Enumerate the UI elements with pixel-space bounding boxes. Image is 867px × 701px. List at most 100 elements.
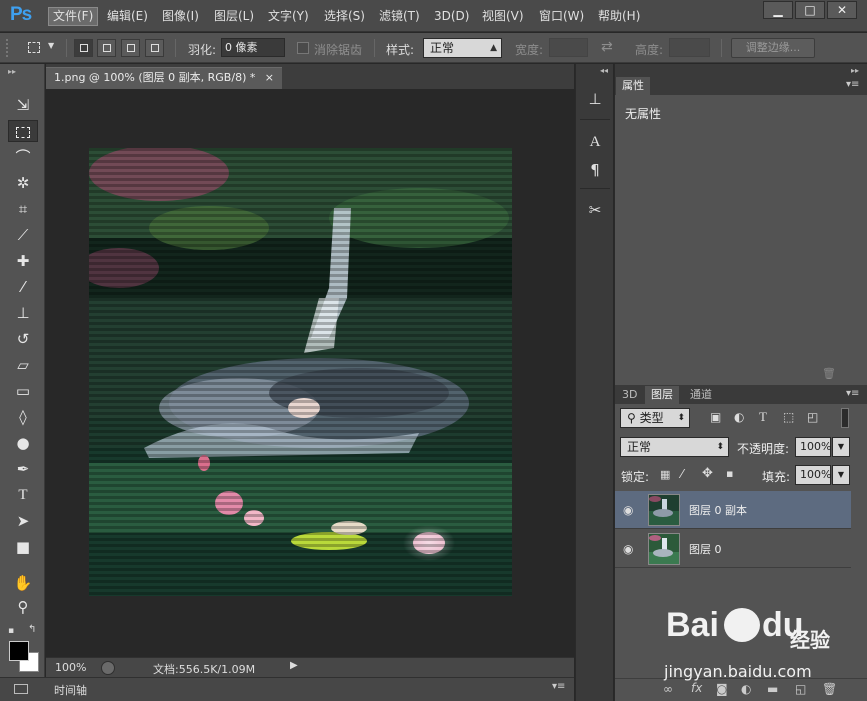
style-select[interactable]: 正常 ▲	[423, 38, 502, 58]
hand-tool-icon[interactable]: ✋	[8, 572, 38, 594]
type-tool-icon[interactable]: T	[8, 484, 38, 506]
delete-layer-icon[interactable]: 🗑	[822, 682, 837, 696]
filter-smart-object-icon[interactable]: ◰	[807, 410, 818, 424]
path-select-tool-icon[interactable]: ➤	[8, 510, 38, 532]
canvas-image[interactable]	[89, 148, 512, 596]
tab-close-icon[interactable]: ×	[265, 68, 274, 88]
filter-pixel-icon[interactable]: ▣	[710, 410, 721, 424]
menu-3d[interactable]: 3D(D)	[430, 7, 473, 26]
history-brush-tool-icon[interactable]: ↺	[8, 328, 38, 350]
lock-pixels-icon[interactable]: ⁄	[681, 467, 683, 481]
menu-file[interactable]: 文件(F)	[48, 7, 99, 26]
menu-window[interactable]: 窗口(W)	[535, 7, 588, 26]
crop-tool-icon[interactable]: ⌗	[8, 198, 38, 220]
trash-icon[interactable]: 🗑	[822, 367, 836, 380]
default-colors-icon[interactable]: ▪	[8, 626, 14, 636]
layer-row[interactable]: ◉ 图层 0 副本	[615, 491, 851, 529]
menu-filter[interactable]: 滤镜(T)	[375, 7, 424, 26]
layer-filter-select[interactable]: ⚲ 类型 ⬍	[620, 408, 690, 428]
zoom-level[interactable]: 100%	[55, 661, 86, 674]
tab-3d[interactable]: 3D	[616, 386, 643, 404]
filter-type-icon[interactable]: T	[759, 409, 767, 425]
visibility-eye-icon[interactable]: ◉	[623, 542, 633, 556]
intersect-selection-button[interactable]	[145, 39, 164, 57]
tab-properties[interactable]: 属性	[616, 77, 650, 95]
subtract-selection-button[interactable]	[121, 39, 140, 57]
rectangle-tool-icon[interactable]: ■	[8, 536, 38, 558]
stamp-tool-icon[interactable]: ⊥	[8, 302, 38, 324]
tab-channels[interactable]: 通道	[684, 386, 718, 404]
add-selection-button[interactable]	[97, 39, 116, 57]
collapse-arrows-icon[interactable]: ▸▸	[851, 66, 859, 75]
filter-adjustment-icon[interactable]: ◐	[734, 410, 744, 424]
width-input[interactable]	[549, 38, 588, 57]
adjustment-layer-icon[interactable]: ◐	[741, 682, 751, 696]
feather-input[interactable]: 0 像素	[221, 38, 285, 57]
document-tab[interactable]: 1.png @ 100% (图层 0 副本, RGB/8) * ×	[46, 67, 282, 89]
foreground-color-swatch[interactable]	[9, 641, 29, 661]
new-selection-button[interactable]	[74, 39, 93, 57]
swap-colors-icon[interactable]: ↰	[28, 624, 36, 635]
filter-shape-icon[interactable]: ⬚	[783, 410, 794, 424]
new-layer-icon[interactable]: ◱	[795, 682, 806, 696]
visibility-eye-icon[interactable]: ◉	[623, 503, 633, 517]
eyedropper-tool-icon[interactable]: ⟋	[8, 224, 38, 246]
eraser-tool-icon[interactable]: ▱	[8, 354, 38, 376]
fill-input[interactable]: 100%	[795, 465, 831, 485]
layer-row[interactable]: ◉ 图层 0	[615, 530, 851, 568]
pen-tool-icon[interactable]: ✒	[8, 458, 38, 480]
tool-preset-picker[interactable]: ▼	[24, 39, 60, 57]
panel-menu-icon[interactable]: ▾≡	[846, 388, 859, 399]
lasso-tool-icon[interactable]: ⌒	[8, 146, 38, 168]
menu-help[interactable]: 帮助(H)	[594, 7, 644, 26]
blur-tool-icon[interactable]: ◊	[8, 406, 38, 428]
new-group-icon[interactable]: ▬	[767, 682, 778, 696]
zoom-tool-icon[interactable]: ⚲	[8, 596, 38, 618]
menu-type[interactable]: 文字(Y)	[264, 7, 313, 26]
timeline-icon[interactable]	[14, 684, 28, 694]
status-menu-icon[interactable]	[101, 661, 115, 675]
lock-position-icon[interactable]: ✥	[702, 466, 713, 481]
menu-layer[interactable]: 图层(L)	[210, 7, 258, 26]
panel-menu-icon[interactable]: ▾≡	[846, 79, 859, 90]
minimize-button[interactable]: ▁	[763, 1, 793, 19]
rect-marquee-tool-icon[interactable]	[8, 120, 38, 142]
play-arrow-icon[interactable]: ▶	[290, 660, 298, 671]
collapse-arrows-icon[interactable]: ◂◂	[600, 66, 608, 75]
panel-menu-icon[interactable]: ▾≡	[552, 681, 565, 692]
layer-mask-icon[interactable]: ◙	[716, 682, 728, 696]
lock-transparent-icon[interactable]: ▦	[660, 468, 670, 481]
brush-tool-icon[interactable]: ⁄	[8, 276, 38, 298]
brush-settings-icon[interactable]: ✂	[583, 199, 607, 221]
menu-select[interactable]: 选择(S)	[320, 7, 369, 26]
antialias-checkbox[interactable]	[297, 42, 309, 54]
paragraph-panel-icon[interactable]: ¶	[583, 159, 607, 181]
opacity-dropdown[interactable]: ▼	[832, 437, 850, 457]
opacity-input[interactable]: 100%	[795, 437, 831, 457]
collapse-arrows-icon[interactable]: ▸▸	[8, 67, 16, 76]
menu-edit[interactable]: 编辑(E)	[103, 7, 152, 26]
menu-image[interactable]: 图像(I)	[158, 7, 203, 26]
magic-wand-tool-icon[interactable]: ✲	[8, 172, 38, 194]
height-input[interactable]	[669, 38, 710, 57]
swap-icon[interactable]: ⇄	[601, 39, 613, 55]
filter-toggle-switch[interactable]	[841, 408, 849, 428]
healing-brush-tool-icon[interactable]: ✚	[8, 250, 38, 272]
layer-name[interactable]: 图层 0	[689, 541, 722, 557]
close-button[interactable]: ✕	[827, 1, 857, 19]
tool-presets-icon[interactable]: ⊥	[583, 88, 607, 110]
blend-mode-select[interactable]: 正常 ⬍	[620, 437, 729, 457]
character-panel-icon[interactable]: A	[583, 131, 607, 153]
refine-edge-button[interactable]: 调整边缘...	[731, 38, 815, 58]
dodge-tool-icon[interactable]: ●	[8, 432, 38, 454]
fx-icon[interactable]: fx	[691, 681, 702, 695]
move-tool-icon[interactable]: ⇲	[8, 94, 38, 116]
link-layers-icon[interactable]: ∞	[663, 682, 673, 696]
menu-view[interactable]: 视图(V)	[478, 7, 528, 26]
layer-name[interactable]: 图层 0 副本	[689, 502, 747, 518]
lock-all-icon[interactable]: ▪	[726, 467, 733, 480]
timeline-label[interactable]: 时间轴	[54, 682, 87, 698]
fill-dropdown[interactable]: ▼	[832, 465, 850, 485]
tab-layers[interactable]: 图层	[645, 386, 679, 404]
gradient-tool-icon[interactable]: ▭	[8, 380, 38, 402]
